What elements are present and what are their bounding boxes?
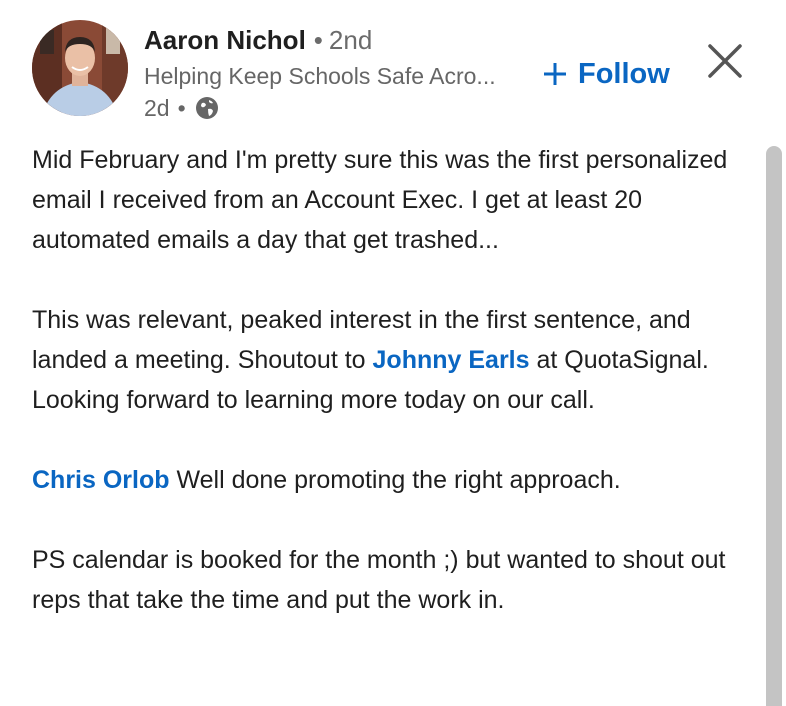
follow-button[interactable]: Follow <box>542 54 670 94</box>
author-avatar[interactable] <box>32 20 128 116</box>
post-card: Aaron Nichol • 2nd Helping Keep Schools Sa… <box>0 0 786 706</box>
mention-johnny-earls[interactable]: Johnny Earls <box>373 346 530 374</box>
post-meta: 2d • <box>144 93 220 123</box>
meta-separator: • <box>177 95 186 121</box>
mention-chris-orlob[interactable]: Chris Orlob <box>32 466 170 494</box>
post-paragraph-4: PS calendar is booked for the month ;) b… <box>32 546 726 614</box>
follow-label: Follow <box>578 57 670 90</box>
post-body: Mid February and I'm pretty sure this wa… <box>32 140 752 660</box>
connection-degree: 2nd <box>328 25 373 55</box>
paragraph-3-text-after: Well done promoting the right approach. <box>169 466 621 494</box>
globe-icon <box>194 95 220 121</box>
avatar-photo <box>32 20 128 116</box>
post-time: 2d <box>144 95 170 121</box>
close-icon <box>708 44 742 78</box>
post-paragraph-2: This was relevant, peaked interest in th… <box>32 300 752 420</box>
post-paragraph-3: Chris Orlob Well done promoting the righ… <box>32 460 752 500</box>
author-name[interactable]: Aaron Nichol <box>144 25 306 55</box>
post-paragraph-1: Mid February and I'm pretty sure this wa… <box>32 146 728 254</box>
author-headline: Helping Keep Schools Safe Acro... <box>144 63 496 89</box>
scrollbar-thumb[interactable] <box>766 146 782 706</box>
author-name-row: Aaron Nichol • 2nd <box>144 24 372 56</box>
plus-icon <box>542 61 568 87</box>
name-separator: • <box>313 25 323 55</box>
close-button[interactable] <box>706 42 744 80</box>
